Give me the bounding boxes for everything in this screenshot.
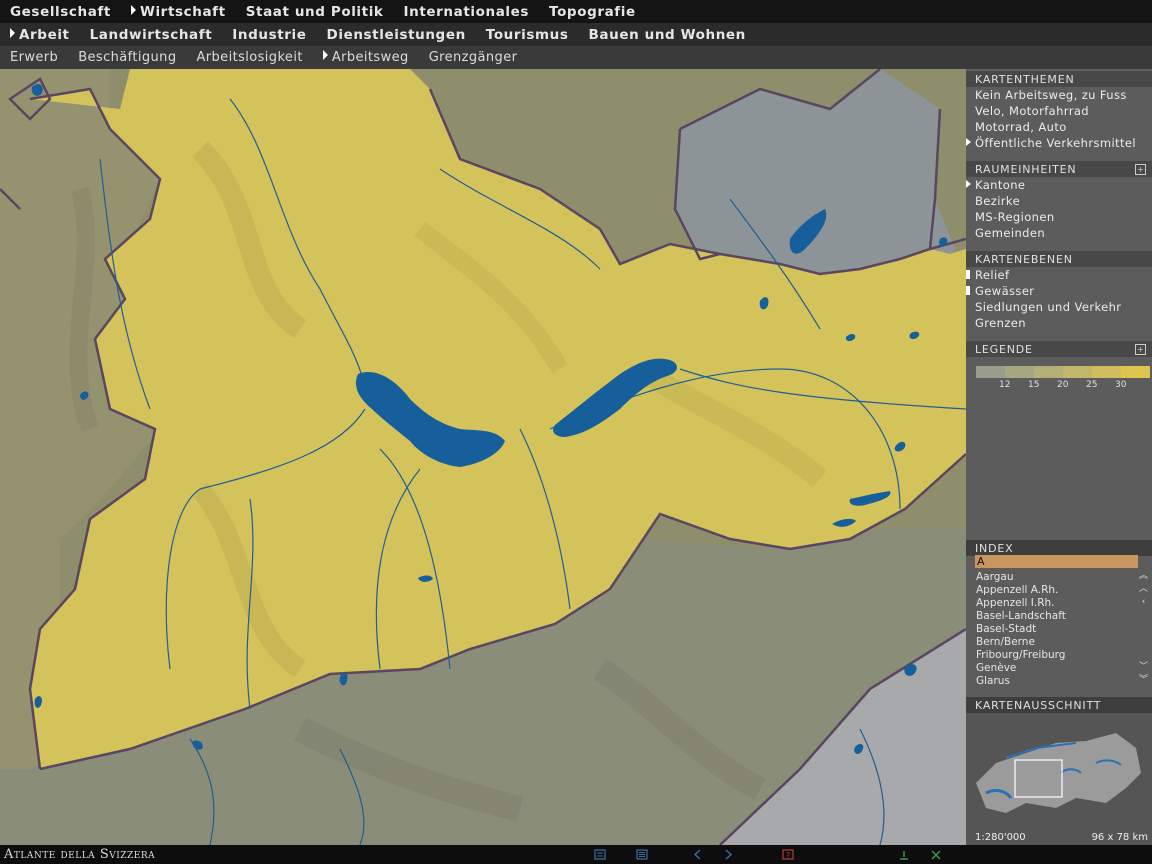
list-icon[interactable] bbox=[636, 849, 648, 860]
raumeinheit-item-1[interactable]: Bezirke bbox=[975, 194, 1020, 208]
kartenthema-item-3[interactable]: Öffentliche Verkehrsmittel bbox=[966, 136, 1136, 150]
index-item-2[interactable]: Appenzell I.Rh. bbox=[976, 597, 1055, 609]
index-title: INDEX bbox=[975, 542, 1014, 555]
expand-icon[interactable]: + bbox=[1135, 164, 1146, 175]
scroll-left-icon[interactable]: ‹ bbox=[1139, 598, 1148, 607]
sub-nav: Arbeit Landwirtschaft Industrie Dienstleist… bbox=[0, 23, 1152, 46]
nav-topic-item-0[interactable]: Erwerb bbox=[10, 50, 58, 65]
kartenausschnitt-title: KARTENAUSSCHNITT bbox=[975, 699, 1102, 712]
legend-swatch bbox=[976, 366, 1005, 378]
expand-icon[interactable]: + bbox=[1135, 344, 1146, 355]
help-icon[interactable]: ? bbox=[782, 849, 794, 860]
nav-main-item-3[interactable]: Internationales bbox=[404, 4, 530, 20]
legend-swatch bbox=[1092, 366, 1121, 378]
legend-swatch bbox=[1121, 366, 1150, 378]
nav-topic-item-1[interactable]: Beschäftigung bbox=[78, 50, 176, 65]
raumeinheit-item-3[interactable]: Gemeinden bbox=[975, 226, 1045, 240]
back-arrow-icon[interactable] bbox=[692, 849, 704, 860]
kartenthemen-title: KARTENTHEMEN bbox=[975, 73, 1075, 86]
nav-main-item-0[interactable]: Gesellschaft bbox=[10, 4, 111, 20]
nav-sub-item-1[interactable]: Landwirtschaft bbox=[90, 27, 213, 43]
index-search-input[interactable]: A bbox=[975, 555, 1138, 568]
info-icon[interactable] bbox=[898, 849, 910, 860]
index-item-5[interactable]: Bern/Berne bbox=[976, 636, 1035, 648]
scroll-down-icon[interactable]: ﹀ bbox=[1139, 663, 1148, 672]
scroll-top-icon[interactable]: ︽ bbox=[1139, 572, 1148, 581]
nav-topic-item-2[interactable]: Arbeitslosigkeit bbox=[196, 50, 302, 65]
legend-tick: 15 bbox=[1028, 380, 1040, 390]
close-icon[interactable] bbox=[930, 849, 942, 860]
control-panel: KARTENTHEMEN Kein Arbeitsweg, zu Fuss Vel… bbox=[965, 69, 1152, 845]
nav-topic-item-4[interactable]: Grenzgänger bbox=[429, 50, 518, 65]
brand-label: Atlante della Svizzera bbox=[4, 847, 156, 862]
svg-text:?: ? bbox=[786, 851, 790, 860]
legend-tick: 12 bbox=[999, 380, 1011, 390]
kartenausschnitt-header: KARTENAUSSCHNITT bbox=[966, 697, 1152, 713]
kartenthemen-header: KARTENTHEMEN bbox=[966, 71, 1152, 87]
kartenebenen-header: KARTENEBENEN bbox=[966, 251, 1152, 267]
footer-bar: Atlante della Svizzera ? bbox=[0, 845, 1152, 864]
scroll-bottom-icon[interactable]: ︾ bbox=[1139, 676, 1148, 685]
nav-main-item-4[interactable]: Topografie bbox=[549, 4, 636, 20]
index-item-8[interactable]: Glarus bbox=[976, 675, 1010, 687]
forward-arrow-icon[interactable] bbox=[722, 849, 734, 860]
nav-sub-item-4[interactable]: Tourismus bbox=[486, 27, 569, 43]
legend-swatch bbox=[1034, 366, 1063, 378]
index-item-0[interactable]: Aargau bbox=[976, 571, 1014, 583]
kartenebene-item-2[interactable]: Siedlungen und Verkehr bbox=[975, 300, 1121, 314]
map-scale-text: 1:280'000 bbox=[975, 832, 1026, 843]
scroll-up-icon[interactable]: ︿ bbox=[1139, 585, 1148, 594]
legende-title: LEGENDE bbox=[975, 343, 1033, 356]
kartenthema-item-1[interactable]: Velo, Motorfahrrad bbox=[975, 104, 1089, 118]
index-item-1[interactable]: Appenzell A.Rh. bbox=[976, 584, 1058, 596]
raumeinheiten-header: RAUMEINHEITEN + bbox=[966, 161, 1152, 177]
index-search-value: A bbox=[977, 555, 985, 568]
kartenthema-item-2[interactable]: Motorrad, Auto bbox=[975, 120, 1067, 134]
index-item-6[interactable]: Fribourg/Freiburg bbox=[976, 649, 1065, 661]
nav-sub-item-5[interactable]: Bauen und Wohnen bbox=[589, 27, 746, 43]
nav-main-item-2[interactable]: Staat und Politik bbox=[246, 4, 384, 20]
legend-tick: 30 bbox=[1115, 380, 1127, 390]
legend-swatch bbox=[1005, 366, 1034, 378]
kartenebene-item-3[interactable]: Grenzen bbox=[975, 316, 1026, 330]
topic-nav: Erwerb Beschäftigung Arbeitslosigkeit Arbei… bbox=[0, 46, 1152, 69]
raumeinheit-item-2[interactable]: MS-Regionen bbox=[975, 210, 1055, 224]
index-item-3[interactable]: Basel-Landschaft bbox=[976, 610, 1066, 622]
overview-map-canvas[interactable] bbox=[966, 713, 1152, 833]
index-item-7[interactable]: Genève bbox=[976, 662, 1016, 674]
map-size-text: 96 x 78 km bbox=[1091, 832, 1148, 843]
overview-map[interactable]: 1:280'000 96 x 78 km bbox=[966, 713, 1152, 845]
nav-sub-item-0[interactable]: Arbeit bbox=[10, 27, 70, 43]
index-item-4[interactable]: Basel-Stadt bbox=[976, 623, 1036, 635]
raumeinheit-item-0[interactable]: Kantone bbox=[965, 178, 1025, 192]
raumeinheiten-title: RAUMEINHEITEN bbox=[975, 163, 1077, 176]
main-nav: Gesellschaft Wirtschaft Staat und Politik I… bbox=[0, 0, 1152, 23]
kartenebenen-title: KARTENEBENEN bbox=[975, 253, 1073, 266]
kartenebene-item-0[interactable]: Relief bbox=[965, 268, 1009, 282]
kartenthema-item-0[interactable]: Kein Arbeitsweg, zu Fuss bbox=[975, 88, 1127, 102]
nav-topic-item-3[interactable]: Arbeitsweg bbox=[323, 50, 409, 65]
nav-main-item-1[interactable]: Wirtschaft bbox=[131, 4, 226, 20]
nav-sub-item-3[interactable]: Dienstleistungen bbox=[327, 27, 466, 43]
index-header: INDEX bbox=[966, 540, 1152, 556]
map-canvas[interactable] bbox=[0, 69, 966, 845]
document-icon[interactable] bbox=[594, 849, 606, 860]
nav-sub-item-2[interactable]: Industrie bbox=[232, 27, 306, 43]
legende-header: LEGENDE + bbox=[966, 341, 1152, 357]
legend-tick: 20 bbox=[1057, 380, 1069, 390]
legend-swatch bbox=[1063, 366, 1092, 378]
map-view[interactable] bbox=[0, 69, 966, 845]
legend-tick: 25 bbox=[1086, 380, 1098, 390]
kartenebene-item-1[interactable]: Gewässer bbox=[965, 284, 1034, 298]
